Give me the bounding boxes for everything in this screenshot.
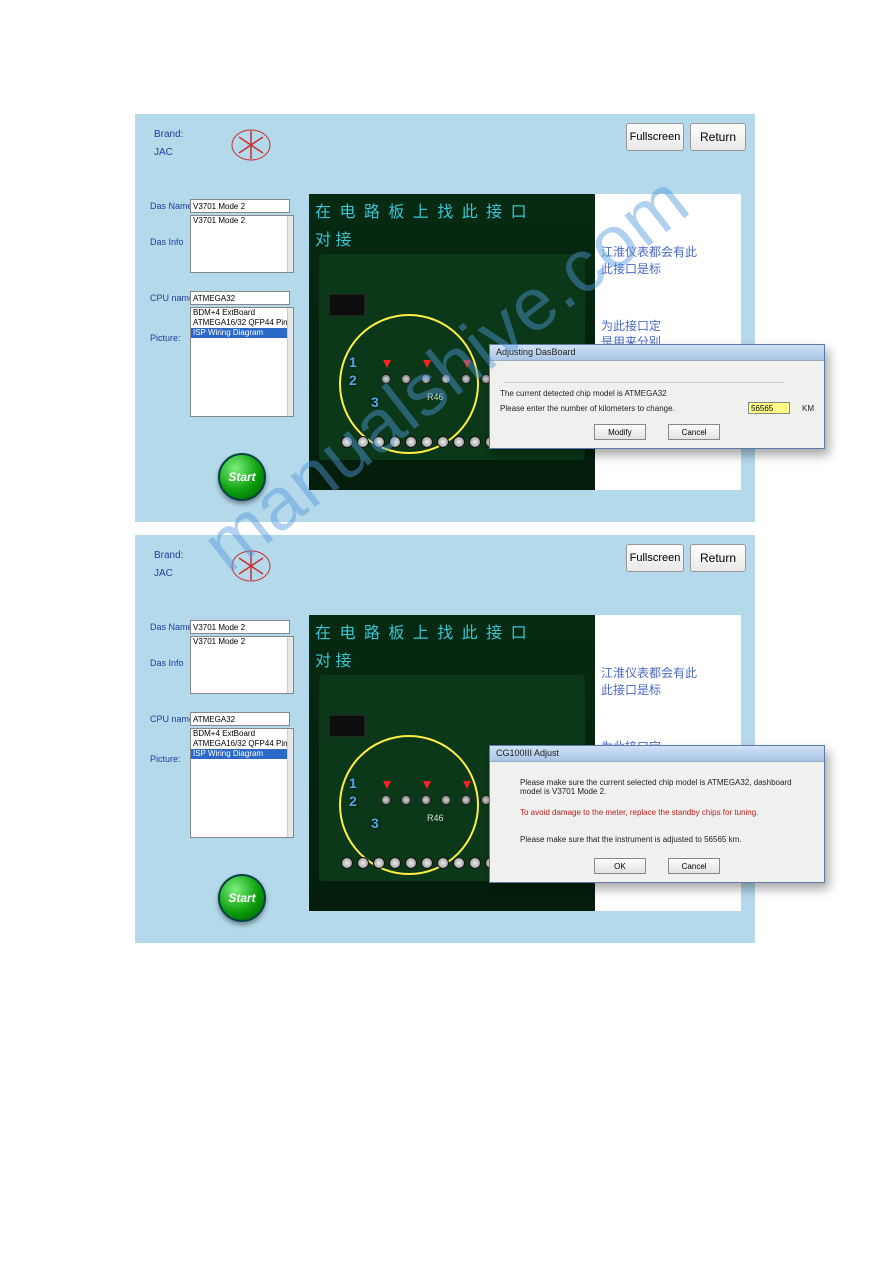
brand-logo-star-icon (226, 546, 276, 586)
main-area: 在 电 路 板 上 找 此 接 口 对 接 1 2 3 R46 R89 (308, 193, 742, 491)
cancel-button[interactable]: Cancel (668, 858, 720, 874)
cpu-name-input[interactable] (190, 291, 290, 305)
pcb-subheading: 对 接 (309, 647, 595, 671)
chip-icon (329, 715, 365, 737)
das-name-input[interactable] (190, 620, 290, 634)
solder-pad-icon (441, 795, 451, 805)
brand-label: Brand: (154, 129, 183, 140)
dialog-text: Please make sure that the instrument is … (500, 825, 814, 848)
solder-pad-icon (441, 374, 451, 384)
pcb-heading: 在 电 路 板 上 找 此 接 口 (309, 615, 595, 647)
header: Brand: JAC Fullscreen Return (136, 115, 754, 175)
brand-name: JAC (154, 568, 173, 579)
num-label: 3 (371, 394, 379, 410)
cpu-name-label: CPU name (150, 714, 194, 724)
dialog-warning-text: To avoid damage to the meter, replace th… (500, 804, 814, 821)
list-item[interactable]: V3701 Mode 2 (191, 637, 293, 647)
das-info-label: Das Info (150, 658, 184, 668)
dialog-body: Please make sure the current selected ch… (490, 762, 824, 882)
cancel-button[interactable]: Cancel (668, 424, 720, 440)
dialog-title: Adjusting DasBoard (490, 345, 824, 361)
app-window-2: Brand: JAC Fullscreen Return Das Name Da… (135, 535, 755, 943)
list-item[interactable]: ISP Wiring Diagram (191, 749, 293, 759)
arrow-down-icon (463, 781, 471, 789)
highlight-circle-icon (339, 314, 479, 454)
arrow-down-icon (383, 781, 391, 789)
return-button[interactable]: Return (690, 544, 746, 572)
component-label: R46 (427, 392, 444, 402)
cg100-adjust-dialog: CG100III Adjust Please make sure the cur… (489, 745, 825, 883)
solder-pad-icon (401, 374, 411, 384)
pcb-subheading: 对 接 (309, 226, 595, 250)
dialog-title: CG100III Adjust (490, 746, 824, 762)
list-item[interactable]: ATMEGA16/32 QFP44 Pin diagram (191, 318, 293, 328)
component-label: R46 (427, 813, 444, 823)
cpu-name-input[interactable] (190, 712, 290, 726)
scrollbar[interactable] (287, 216, 293, 272)
list-item[interactable]: ISP Wiring Diagram (191, 328, 293, 338)
fullscreen-button[interactable]: Fullscreen (626, 123, 684, 151)
list-item[interactable]: V3701 Mode 2 (191, 216, 293, 226)
list-item[interactable]: ATMEGA16/32 QFP44 Pin diagram (191, 739, 293, 749)
scrollbar[interactable] (287, 308, 293, 416)
cpu-name-label: CPU name (150, 293, 194, 303)
arrow-down-icon (463, 360, 471, 368)
picture-listbox[interactable]: BDM+4 ExtBoard ATMEGA16/32 QFP44 Pin dia… (190, 307, 294, 417)
das-name-label: Das Name (150, 201, 193, 211)
dialog-text: Please make sure the current selected ch… (500, 774, 814, 800)
start-button[interactable]: Start (218, 453, 266, 501)
das-info-listbox[interactable]: V3701 Mode 2 (190, 215, 294, 273)
brand-label: Brand: (154, 550, 183, 561)
list-item[interactable]: BDM+4 ExtBoard (191, 729, 293, 739)
picture-label: Picture: (150, 754, 181, 764)
modify-button[interactable]: Modify (594, 424, 646, 440)
solder-pad-icon (401, 795, 411, 805)
solder-pad-icon (421, 374, 431, 384)
pcb-heading: 在 电 路 板 上 找 此 接 口 (309, 194, 595, 226)
dialog-text: Please enter the number of kilometers to… (500, 404, 742, 413)
solder-pad-icon (381, 374, 391, 384)
dialog-body: The current detected chip model is ATMEG… (490, 361, 824, 448)
arrow-down-icon (423, 360, 431, 368)
header: Brand: JAC Fullscreen Return (136, 536, 754, 596)
das-name-label: Das Name (150, 622, 193, 632)
kilometers-input[interactable] (748, 402, 790, 414)
solder-pad-icon (461, 374, 471, 384)
brand-logo-star-icon (226, 125, 276, 165)
solder-pad-icon (381, 795, 391, 805)
num-label: 1 (349, 354, 357, 370)
num-label: 1 (349, 775, 357, 791)
app-window-1: Brand: JAC Fullscreen Return Das Name Da… (135, 114, 755, 522)
brand-name: JAC (154, 147, 173, 158)
adjusting-dasboard-dialog: Adjusting DasBoard The current detected … (489, 344, 825, 449)
blank-field (504, 373, 784, 383)
start-button[interactable]: Start (218, 874, 266, 922)
main-area: 在 电 路 板 上 找 此 接 口 对 接 1 2 3 R46 R89 (308, 614, 742, 912)
das-info-listbox[interactable]: V3701 Mode 2 (190, 636, 294, 694)
das-name-input[interactable] (190, 199, 290, 213)
scrollbar[interactable] (287, 729, 293, 837)
solder-pad-icon (421, 795, 431, 805)
picture-listbox[interactable]: BDM+4 ExtBoard ATMEGA16/32 QFP44 Pin dia… (190, 728, 294, 838)
ok-button[interactable]: OK (594, 858, 646, 874)
return-button[interactable]: Return (690, 123, 746, 151)
side-note-block: 江淮仪表都会有此 此接口是标 (601, 244, 737, 278)
chip-icon (329, 294, 365, 316)
num-label: 3 (371, 815, 379, 831)
solder-pad-icon (461, 795, 471, 805)
list-item[interactable]: BDM+4 ExtBoard (191, 308, 293, 318)
num-label: 2 (349, 372, 357, 388)
arrow-down-icon (423, 781, 431, 789)
km-unit-label: KM (802, 404, 814, 413)
scrollbar[interactable] (287, 637, 293, 693)
highlight-circle-icon (339, 735, 479, 875)
picture-label: Picture: (150, 333, 181, 343)
das-info-label: Das Info (150, 237, 184, 247)
num-label: 2 (349, 793, 357, 809)
arrow-down-icon (383, 360, 391, 368)
side-note-block: 江淮仪表都会有此 此接口是标 (601, 665, 737, 699)
dialog-text: The current detected chip model is ATMEG… (500, 389, 814, 398)
fullscreen-button[interactable]: Fullscreen (626, 544, 684, 572)
